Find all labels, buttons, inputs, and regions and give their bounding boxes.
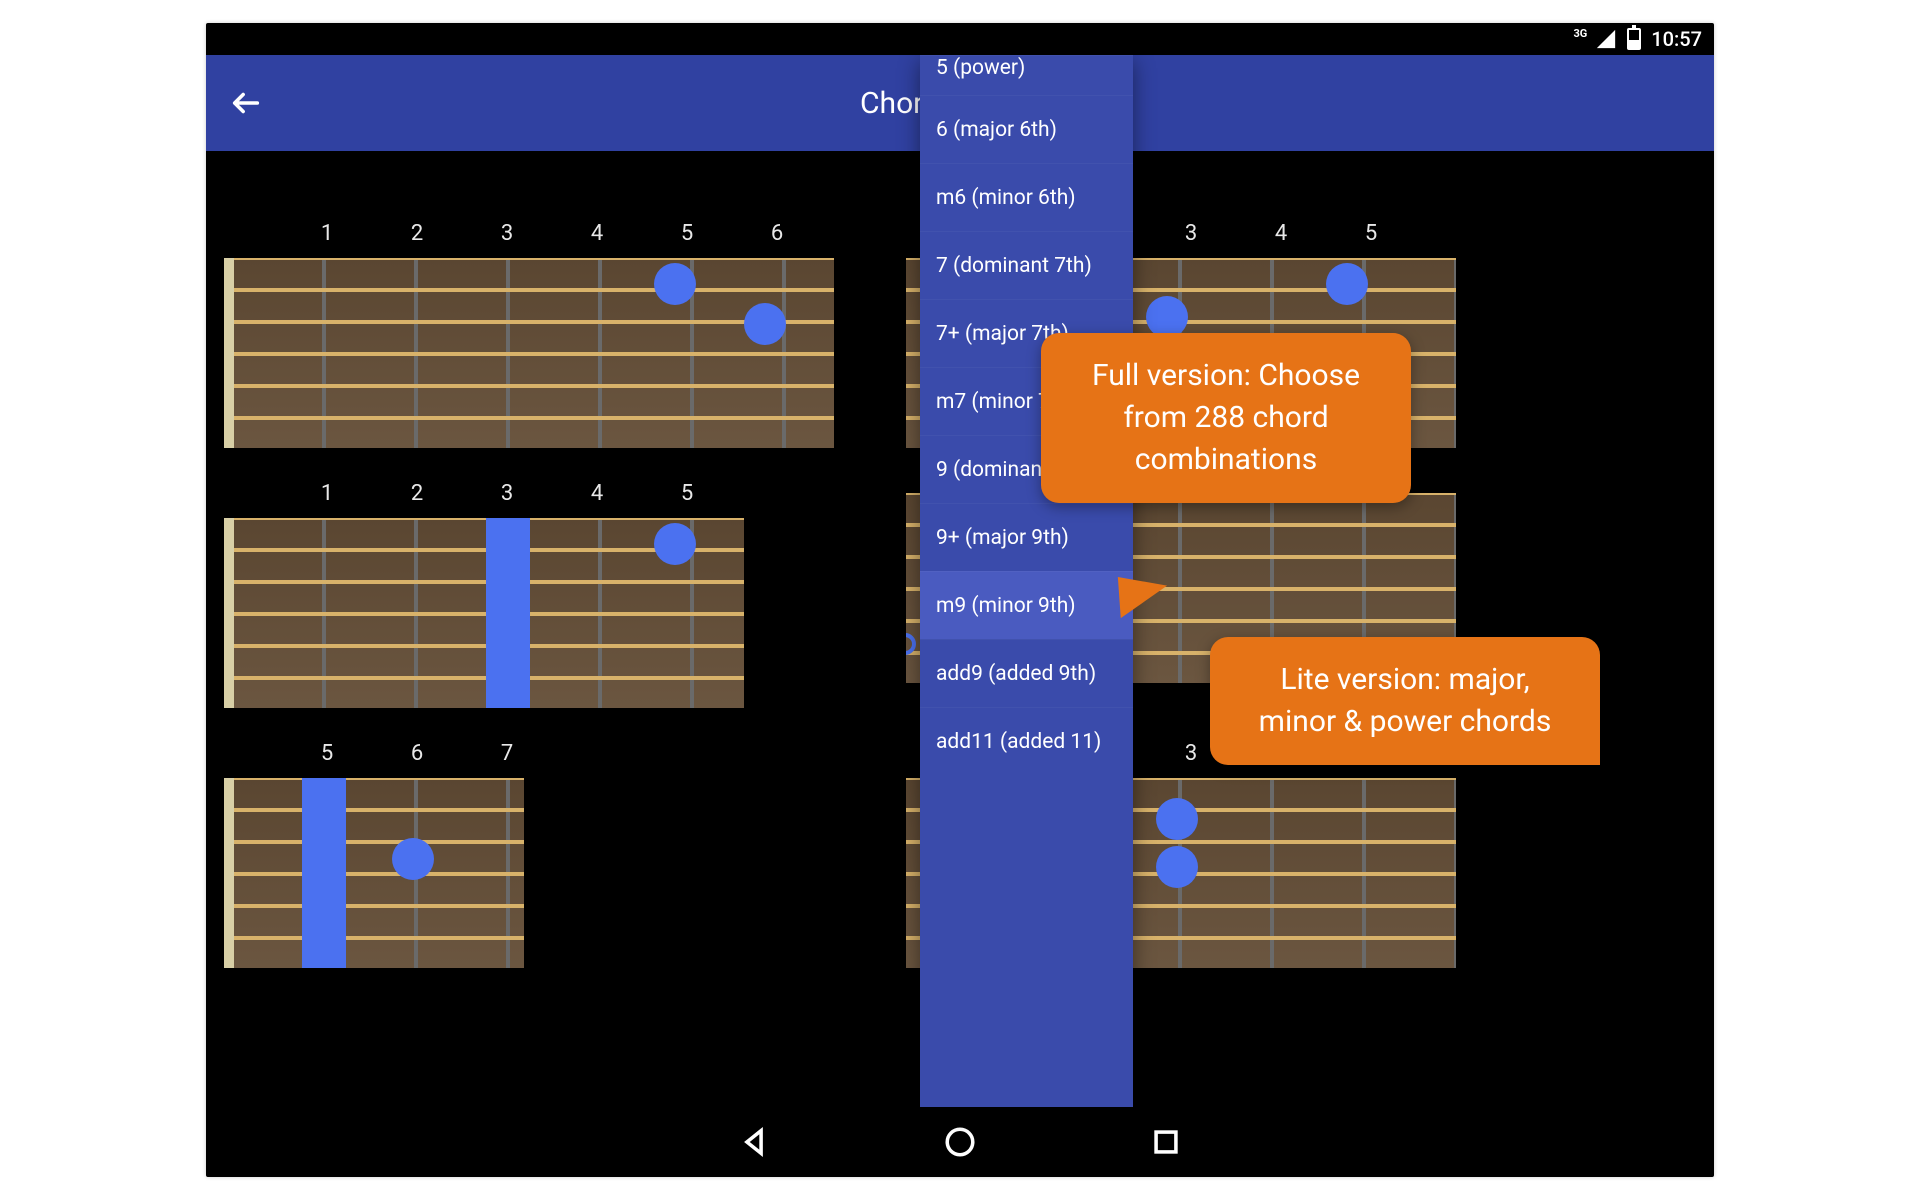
callout-lite-version: Lite version: major, minor & power chord… [1210, 637, 1600, 765]
back-button[interactable] [206, 55, 286, 151]
chord-diagram[interactable]: 12345 [224, 481, 744, 708]
android-nav-bar [206, 1107, 1714, 1177]
chord-diagram[interactable]: 123456 [224, 221, 834, 448]
nav-home-button[interactable] [942, 1124, 978, 1160]
dropdown-item[interactable]: m9 (minor 9th) [920, 571, 1133, 639]
callout-full-version: Full version: Choose from 288 chord comb… [1041, 333, 1411, 503]
chord-quality-dropdown[interactable]: 5 (power) 6 (major 6th) m6 (minor 6th) 7… [920, 55, 1133, 1107]
dropdown-item[interactable]: m6 (minor 6th) [920, 163, 1133, 231]
dropdown-item[interactable]: 9+ (major 9th) [920, 503, 1133, 571]
battery-icon [1627, 28, 1641, 50]
nav-recent-button[interactable] [1148, 1124, 1184, 1160]
dropdown-item[interactable]: 7 (dominant 7th) [920, 231, 1133, 299]
dropdown-item[interactable]: 6 (major 6th) [920, 95, 1133, 163]
network-type: 3G [1573, 27, 1587, 40]
signal-icon [1595, 28, 1617, 50]
callout-tail [1111, 577, 1167, 625]
chord-diagram[interactable]: 567 [224, 741, 552, 968]
fret-labels: 12345 [224, 481, 744, 506]
device-screenshot: 3G 10:57 Chord C 123456 [206, 23, 1714, 1177]
dropdown-item[interactable]: add9 (added 9th) [920, 639, 1133, 707]
dropdown-item[interactable]: add11 (added 11) [920, 707, 1133, 775]
clock: 10:57 [1651, 27, 1702, 51]
fret-labels: 567 [224, 741, 552, 766]
android-status-bar: 3G 10:57 [206, 23, 1714, 55]
fret-labels: 123456 [224, 221, 834, 246]
dropdown-item[interactable]: 5 (power) [920, 55, 1133, 95]
nav-back-button[interactable] [736, 1124, 772, 1160]
